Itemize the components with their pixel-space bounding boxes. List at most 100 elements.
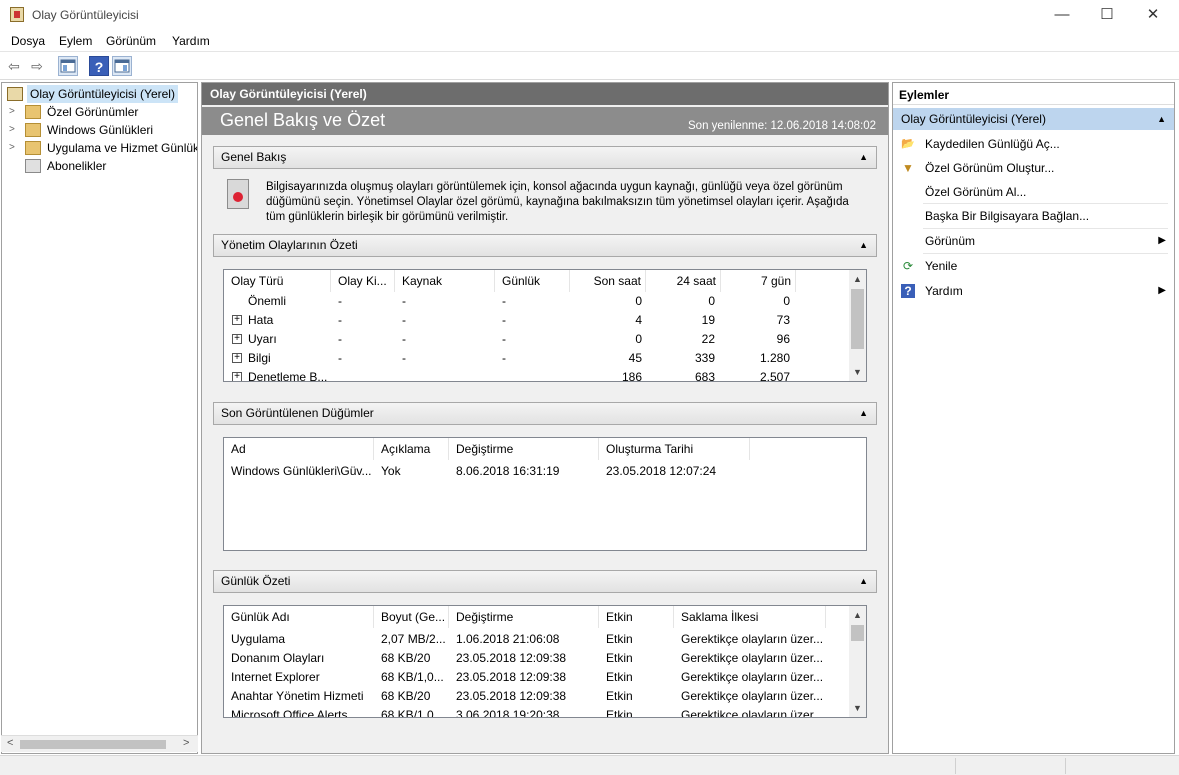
cell-source: -: [402, 313, 406, 327]
section-overview-header[interactable]: Genel Bakış ▲: [213, 146, 877, 169]
collapse-caret-icon[interactable]: ▲: [859, 403, 868, 424]
action-item[interactable]: ? Yardım ▶: [893, 279, 1174, 303]
show-hide-action-pane-icon[interactable]: [112, 56, 132, 76]
expand-chevron-icon[interactable]: >: [9, 139, 15, 157]
scroll-right-icon[interactable]: >: [183, 737, 189, 749]
expand-chevron-icon[interactable]: >: [9, 121, 15, 139]
table-row[interactable]: + Uyarı - - - 0 22 96: [224, 330, 850, 349]
table-row[interactable]: Uygulama 2,07 MB/2... 1.06.2018 21:06:08 Et…: [224, 630, 850, 649]
action-item[interactable]: Görünüm ▶: [893, 229, 1174, 253]
minimize-button[interactable]: —: [1039, 0, 1085, 30]
expand-plus-icon[interactable]: +: [232, 353, 242, 363]
tree-item-subscriptions[interactable]: Abonelikler: [2, 157, 197, 175]
menu-help[interactable]: Yardım: [172, 34, 210, 48]
action-label: Başka Bir Bilgisayara Bağlan...: [925, 209, 1090, 223]
col-log[interactable]: Günlük: [495, 270, 570, 292]
cell-event-id: -: [338, 332, 342, 346]
col-size[interactable]: Boyut (Ge...: [374, 606, 449, 628]
cell-size: 68 KB/1,0...: [381, 670, 444, 684]
table-row[interactable]: Donanım Olayları 68 KB/20 23.05.2018 12:09…: [224, 649, 850, 668]
help-icon[interactable]: ?: [89, 56, 109, 76]
cell-source: -: [402, 351, 406, 365]
table-row[interactable]: Önemli - - - 0 0 0: [224, 292, 850, 311]
actions-title: Eylemler: [893, 83, 1174, 105]
tree-item-app-service-logs[interactable]: > Uygulama ve Hizmet Günlükleri: [2, 139, 197, 157]
cell-event-id: -: [338, 351, 342, 365]
col-source[interactable]: Kaynak: [395, 270, 495, 292]
admin-table-scrollbar[interactable]: ▲ ▼: [849, 270, 866, 381]
col-event-id[interactable]: Olay Ki...: [331, 270, 395, 292]
collapse-caret-icon[interactable]: ▲: [859, 235, 868, 256]
table-row[interactable]: + Denetleme B... 186 683 2.507: [224, 368, 850, 381]
scroll-up-icon[interactable]: ▲: [849, 271, 866, 288]
tree-item-custom-views[interactable]: > Özel Görünümler: [2, 103, 197, 121]
collapse-caret-icon[interactable]: ▲: [1157, 108, 1166, 130]
recent-nodes-table[interactable]: Ad Açıklama Değiştirme Oluşturma Tarihi …: [223, 437, 867, 551]
status-bar: [0, 755, 1179, 775]
expand-plus-icon[interactable]: +: [232, 315, 242, 325]
expand-plus-icon[interactable]: +: [232, 334, 242, 344]
col-modified[interactable]: Değiştirme: [449, 438, 599, 460]
scrollbar-thumb[interactable]: [851, 625, 864, 641]
table-row[interactable]: Windows Günlükleri\Güv... Yok 8.06.2018 16…: [224, 462, 866, 481]
section-log-summary-header[interactable]: Günlük Özeti ▲: [213, 570, 877, 593]
show-hide-console-tree-icon[interactable]: [58, 56, 78, 76]
admin-summary-table[interactable]: Olay Türü Olay Ki... Kaynak Günlük Son s…: [223, 269, 867, 382]
col-description[interactable]: Açıklama: [374, 438, 449, 460]
table-row[interactable]: + Bilgi - - - 45 339 1.280: [224, 349, 850, 368]
menu-view[interactable]: Görünüm: [106, 34, 156, 48]
expand-plus-icon[interactable]: +: [232, 372, 242, 381]
log-summary-table[interactable]: Günlük Adı Boyut (Ge... Değiştirme Etkin…: [223, 605, 867, 718]
col-enabled[interactable]: Etkin: [599, 606, 674, 628]
cell-modified: 8.06.2018 16:31:19: [456, 464, 560, 478]
scrollbar-thumb[interactable]: [851, 289, 864, 349]
action-item[interactable]: ⟳ Yenile: [893, 254, 1174, 278]
col-retention-policy[interactable]: Saklama İlkesi: [674, 606, 826, 628]
tree-horizontal-scrollbar[interactable]: < >: [1, 735, 198, 752]
scroll-down-icon[interactable]: ▼: [849, 364, 866, 381]
action-label: Görünüm: [925, 234, 976, 248]
cell-size: 68 KB/1,0...: [381, 708, 444, 718]
table-row[interactable]: Internet Explorer 68 KB/1,0... 23.05.2018 …: [224, 668, 850, 687]
col-name[interactable]: Ad: [224, 438, 374, 460]
collapse-caret-icon[interactable]: ▲: [859, 147, 868, 168]
col-last-hour[interactable]: Son saat: [570, 270, 646, 292]
table-row[interactable]: Microsoft Office Alerts 68 KB/1,0... 3.06.…: [224, 706, 850, 718]
cell-created: 23.05.2018 12:07:24: [606, 464, 717, 478]
table-row[interactable]: + Hata - - - 4 19 73: [224, 311, 850, 330]
action-item[interactable]: ▼ Özel Görünüm Oluştur...: [893, 156, 1174, 180]
log-table-scrollbar[interactable]: ▲ ▼: [849, 606, 866, 717]
col-log-name[interactable]: Günlük Adı: [224, 606, 374, 628]
maximize-button[interactable]: ☐: [1084, 0, 1130, 30]
close-button[interactable]: ✕: [1130, 0, 1176, 30]
cell-last-hour: 45: [628, 351, 642, 365]
event-log-icon: [227, 179, 249, 209]
cell-24h: 19: [701, 313, 715, 327]
menu-action[interactable]: Eylem: [59, 34, 92, 48]
scroll-up-icon[interactable]: ▲: [849, 607, 866, 624]
action-item[interactable]: Özel Görünüm Al...: [893, 180, 1174, 204]
action-item[interactable]: 📂 Kaydedilen Günlüğü Aç...: [893, 132, 1174, 156]
scroll-left-icon[interactable]: <: [7, 737, 13, 749]
back-arrow-icon[interactable]: ⇦: [4, 56, 24, 76]
section-admin-summary-header[interactable]: Yönetim Olaylarının Özeti ▲: [213, 234, 877, 257]
col-log-modified[interactable]: Değiştirme: [449, 606, 599, 628]
col-7d[interactable]: 7 gün: [721, 270, 796, 292]
table-row[interactable]: Anahtar Yönetim Hizmeti 68 KB/20 23.05.201…: [224, 687, 850, 706]
tree-item-windows-logs[interactable]: > Windows Günlükleri: [2, 121, 197, 139]
section-recent-nodes-header[interactable]: Son Görüntülenen Düğümler ▲: [213, 402, 877, 425]
action-item[interactable]: Başka Bir Bilgisayara Bağlan...: [893, 204, 1174, 228]
scroll-down-icon[interactable]: ▼: [849, 700, 866, 717]
menu-file[interactable]: Dosya: [11, 34, 45, 48]
forward-arrow-icon[interactable]: ⇨: [27, 56, 47, 76]
expand-chevron-icon[interactable]: >: [9, 103, 15, 121]
col-24h[interactable]: 24 saat: [646, 270, 721, 292]
last-refreshed: Son yenilenme: 12.06.2018 14:08:02: [688, 120, 876, 132]
event-viewer-icon: [7, 87, 23, 101]
actions-group-header[interactable]: Olay Görüntüleyicisi (Yerel) ▲: [893, 108, 1174, 130]
col-created[interactable]: Oluşturma Tarihi: [599, 438, 750, 460]
col-event-type[interactable]: Olay Türü: [224, 270, 331, 292]
tree-root-event-viewer[interactable]: Olay Görüntüleyicisi (Yerel): [2, 85, 197, 103]
scrollbar-thumb[interactable]: [20, 740, 166, 749]
collapse-caret-icon[interactable]: ▲: [859, 571, 868, 592]
